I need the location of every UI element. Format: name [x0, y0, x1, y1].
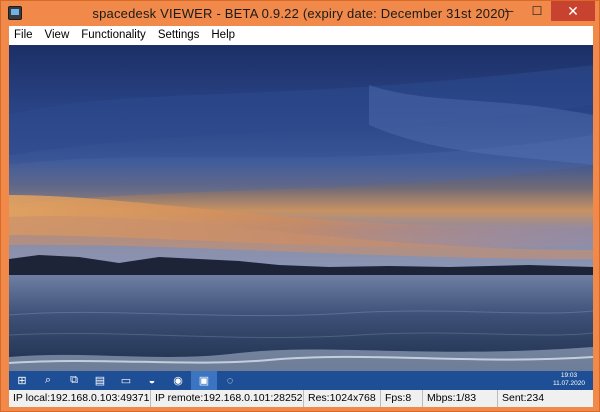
minimize-button[interactable]: ─ [495, 1, 523, 21]
menu-help[interactable]: Help [205, 26, 241, 45]
taskbar-clock[interactable]: 19:03 11.07.2020 [549, 372, 589, 388]
menu-bar: File View Functionality Settings Help [9, 26, 593, 45]
window-controls: ─ ☐ ✕ [495, 1, 595, 21]
close-button[interactable]: ✕ [551, 1, 595, 21]
menu-functionality[interactable]: Functionality [75, 26, 152, 45]
status-fps: Fps:8 [381, 390, 423, 407]
menu-file[interactable]: File [9, 26, 39, 45]
spacedesk-icon[interactable]: ▣ [191, 371, 217, 390]
clock-time: 19:03 [560, 372, 578, 379]
chrome-browser-icon[interactable]: ◉ [165, 371, 191, 390]
menu-view[interactable]: View [39, 26, 76, 45]
search-icon[interactable]: ⌕ [35, 371, 61, 390]
status-resolution: Res:1024x768 [304, 390, 381, 407]
maximize-button[interactable]: ☐ [523, 1, 551, 21]
notepad-icon[interactable]: ▤ [87, 371, 113, 390]
remote-taskbar: ⊞ ⌕ ⧉ ▤ ▭ ◒ ◉ ▣ ◌ 19:03 11.07.2020 [9, 371, 593, 390]
desktop-wallpaper [9, 45, 593, 390]
spacedesk-viewer-window: spacedesk VIEWER - BETA 0.9.22 (expiry d… [0, 0, 600, 412]
status-mbps: Mbps:1/83 [423, 390, 498, 407]
start-icon[interactable]: ⊞ [9, 371, 35, 390]
status-ip-local: IP local:192.168.0.103:49371 [9, 390, 151, 407]
status-sent: Sent:234 [502, 392, 545, 404]
title-bar[interactable]: spacedesk VIEWER - BETA 0.9.22 (expiry d… [1, 1, 600, 26]
remote-desktop-view[interactable] [9, 45, 593, 390]
app-icon[interactable]: ◌ [217, 371, 243, 390]
task-view-icon[interactable]: ⧉ [61, 371, 87, 390]
clock-date: 11.07.2020 [552, 380, 586, 387]
status-bar: IP local:192.168.0.103:49371 IP remote:1… [9, 390, 593, 407]
status-ip-remote: IP remote:192.168.0.101:28252 [151, 390, 304, 407]
file-explorer-icon[interactable]: ▭ [113, 371, 139, 390]
edge-browser-icon[interactable]: ◒ [139, 371, 165, 390]
menu-settings[interactable]: Settings [152, 26, 206, 45]
